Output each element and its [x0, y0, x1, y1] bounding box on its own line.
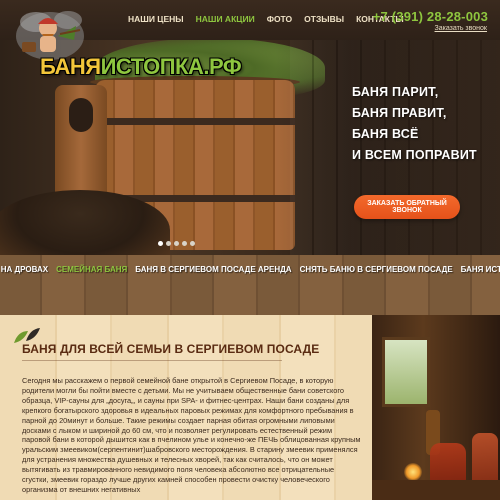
title-divider: [22, 360, 282, 361]
category-wood-fired-bath[interactable]: БАНЯ НА ДРОВАХ: [0, 265, 52, 274]
slider-dot[interactable]: [166, 241, 171, 246]
nav-item-prices[interactable]: НАШИ ЦЕНЫ: [122, 14, 190, 24]
hero-slogan: БАНЯ ПАРИТ, БАНЯ ПРАВИТ, БАНЯ ВСЁ И ВСЕМ…: [352, 82, 497, 166]
slider-pagination: [158, 241, 195, 246]
slogan-line: БАНЯ ПАРИТ,: [352, 85, 439, 99]
slogan-line: БАНЯ ПРАВИТ,: [352, 106, 447, 120]
order-callback-button[interactable]: ЗАКАЗАТЬ ОБРАТНЫЙ ЗВОНОК: [354, 195, 460, 219]
logo-text-part1: БАНЯ: [40, 54, 101, 79]
category-bath-istopka[interactable]: БАНЯ ИСТОПКА: [457, 265, 500, 274]
slogan-line: БАНЯ ВСЁ: [352, 127, 419, 141]
table-image: [372, 480, 500, 500]
phone-number[interactable]: +7 (391) 28-28-003: [373, 9, 488, 24]
site-logo[interactable]: БАНЯИСТОПКА.РФ: [40, 54, 242, 80]
nav-item-promotions[interactable]: НАШИ АКЦИИ: [190, 14, 261, 24]
category-family-bath[interactable]: СЕМЕЙНАЯ БАНЯ: [52, 265, 131, 274]
nav-item-reviews[interactable]: ОТЗЫВЫ: [298, 14, 350, 24]
logo-text-part2: ИСТОПКА.РФ: [100, 54, 242, 79]
nav-item-photo[interactable]: ФОТО: [261, 14, 298, 24]
order-call-link[interactable]: Заказать звонок: [435, 25, 487, 32]
slider-dot[interactable]: [158, 241, 163, 246]
category-rent-bath[interactable]: СНЯТЬ БАНЮ В СЕРГИЕВОМ ПОСАДЕ: [296, 265, 457, 274]
window-image: [382, 337, 430, 407]
slider-dot[interactable]: [190, 241, 195, 246]
slider-dot[interactable]: [174, 241, 179, 246]
category-nav: БАНЯ НА ДРОВАХ СЕМЕЙНАЯ БАНЯ БАНЯ В СЕРГ…: [0, 265, 500, 274]
slogan-line: И ВСЕМ ПОПРАВИТ: [352, 148, 477, 162]
category-bath-rental[interactable]: БАНЯ В СЕРГИЕВОМ ПОСАДЕ АРЕНДА: [131, 265, 295, 274]
category-bar: БАНЯ НА ДРОВАХ СЕМЕЙНАЯ БАНЯ БАНЯ В СЕРГ…: [0, 255, 500, 315]
sauna-interior-photo: [372, 315, 500, 500]
slider-dot[interactable]: [182, 241, 187, 246]
main-nav: НАШИ ЦЕНЫ НАШИ АКЦИИ ФОТО ОТЗЫВЫ КОНТАКТ…: [122, 14, 410, 24]
article-body: Сегодня мы расскажем о первой семейной б…: [22, 376, 361, 494]
article-title: БАНЯ ДЛЯ ВСЕЙ СЕМЬИ В СЕРГИЕВОМ ПОСАДЕ: [22, 342, 320, 356]
candle-image: [404, 463, 422, 481]
